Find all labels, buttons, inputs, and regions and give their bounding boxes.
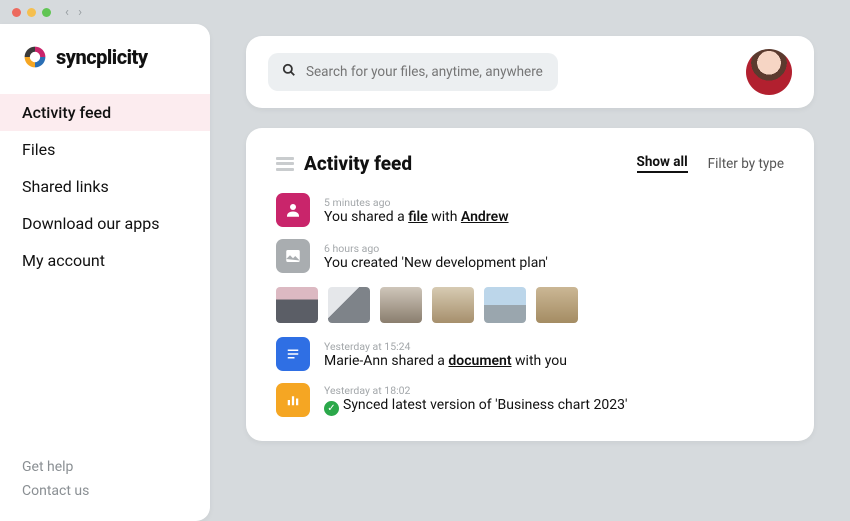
activity-text: Marie-Ann shared a document with you — [324, 353, 567, 369]
activity-feed: 5 minutes ago You shared a file with And… — [276, 193, 784, 417]
activity-text: ✓Synced latest version of 'Business char… — [324, 397, 627, 416]
sidebar-item-download-apps[interactable]: Download our apps — [0, 205, 210, 242]
sidebar-nav: Activity feed Files Shared links Downloa… — [0, 94, 210, 279]
file-link[interactable]: file — [408, 209, 428, 225]
document-link[interactable]: document — [448, 353, 511, 369]
activity-time: 5 minutes ago — [324, 196, 509, 209]
list-icon — [276, 157, 294, 171]
card-actions: Show all Filter by type — [637, 154, 784, 173]
user-link[interactable]: Andrew — [461, 209, 509, 225]
thumbnail[interactable] — [432, 287, 474, 323]
activity-row[interactable]: Yesterday at 15:24 Marie-Ann shared a do… — [276, 337, 784, 371]
thumbnails-row — [276, 285, 784, 325]
search-icon — [282, 63, 296, 81]
activity-row[interactable]: 6 hours ago You created 'New development… — [276, 239, 784, 273]
activity-time: 6 hours ago — [324, 242, 548, 255]
thumbnail[interactable] — [536, 287, 578, 323]
activity-text: You shared a file with Andrew — [324, 209, 509, 225]
footer-link-get-help[interactable]: Get help — [22, 455, 188, 479]
logo-text: syncplicity — [56, 45, 148, 69]
doc-icon — [276, 337, 310, 371]
activity-time: Yesterday at 18:02 — [324, 384, 627, 397]
sidebar-item-shared-links[interactable]: Shared links — [0, 168, 210, 205]
thumbnail[interactable] — [484, 287, 526, 323]
activity-text: You created 'New development plan' — [324, 255, 548, 271]
card-title: Activity feed — [304, 152, 412, 175]
activity-row[interactable]: Yesterday at 18:02 ✓Synced latest versio… — [276, 383, 784, 417]
sidebar: syncplicity Activity feed Files Shared l… — [0, 24, 210, 521]
traffic-min[interactable] — [27, 8, 36, 17]
sidebar-item-my-account[interactable]: My account — [0, 242, 210, 279]
avatar[interactable] — [746, 49, 792, 95]
traffic-close[interactable] — [12, 8, 21, 17]
window-chrome: ‹ › — [0, 0, 850, 24]
activity-card: Activity feed Show all Filter by type 5 … — [246, 128, 814, 441]
main: Activity feed Show all Filter by type 5 … — [210, 24, 850, 521]
nav-arrows[interactable]: ‹ › — [65, 5, 85, 20]
topbar — [246, 36, 814, 108]
thumbnail[interactable] — [276, 287, 318, 323]
activity-row[interactable]: 5 minutes ago You shared a file with And… — [276, 193, 784, 227]
filter-by-type[interactable]: Filter by type — [708, 156, 784, 172]
sidebar-item-files[interactable]: Files — [0, 131, 210, 168]
thumbnail[interactable] — [380, 287, 422, 323]
logo-icon — [22, 44, 48, 70]
thumbnail[interactable] — [328, 287, 370, 323]
chart-icon — [276, 383, 310, 417]
footer-link-contact-us[interactable]: Contact us — [22, 479, 188, 503]
traffic-max[interactable] — [42, 8, 51, 17]
search-box[interactable] — [268, 53, 558, 91]
activity-time: Yesterday at 15:24 — [324, 340, 567, 353]
sidebar-footer: Get help Contact us — [0, 455, 210, 503]
card-header: Activity feed Show all Filter by type — [276, 152, 784, 175]
person-icon — [276, 193, 310, 227]
logo: syncplicity — [0, 44, 210, 94]
show-all-link[interactable]: Show all — [637, 154, 688, 173]
sidebar-item-activity-feed[interactable]: Activity feed — [0, 94, 210, 131]
image-icon — [276, 239, 310, 273]
search-input[interactable] — [306, 64, 544, 80]
check-icon: ✓ — [324, 401, 339, 416]
